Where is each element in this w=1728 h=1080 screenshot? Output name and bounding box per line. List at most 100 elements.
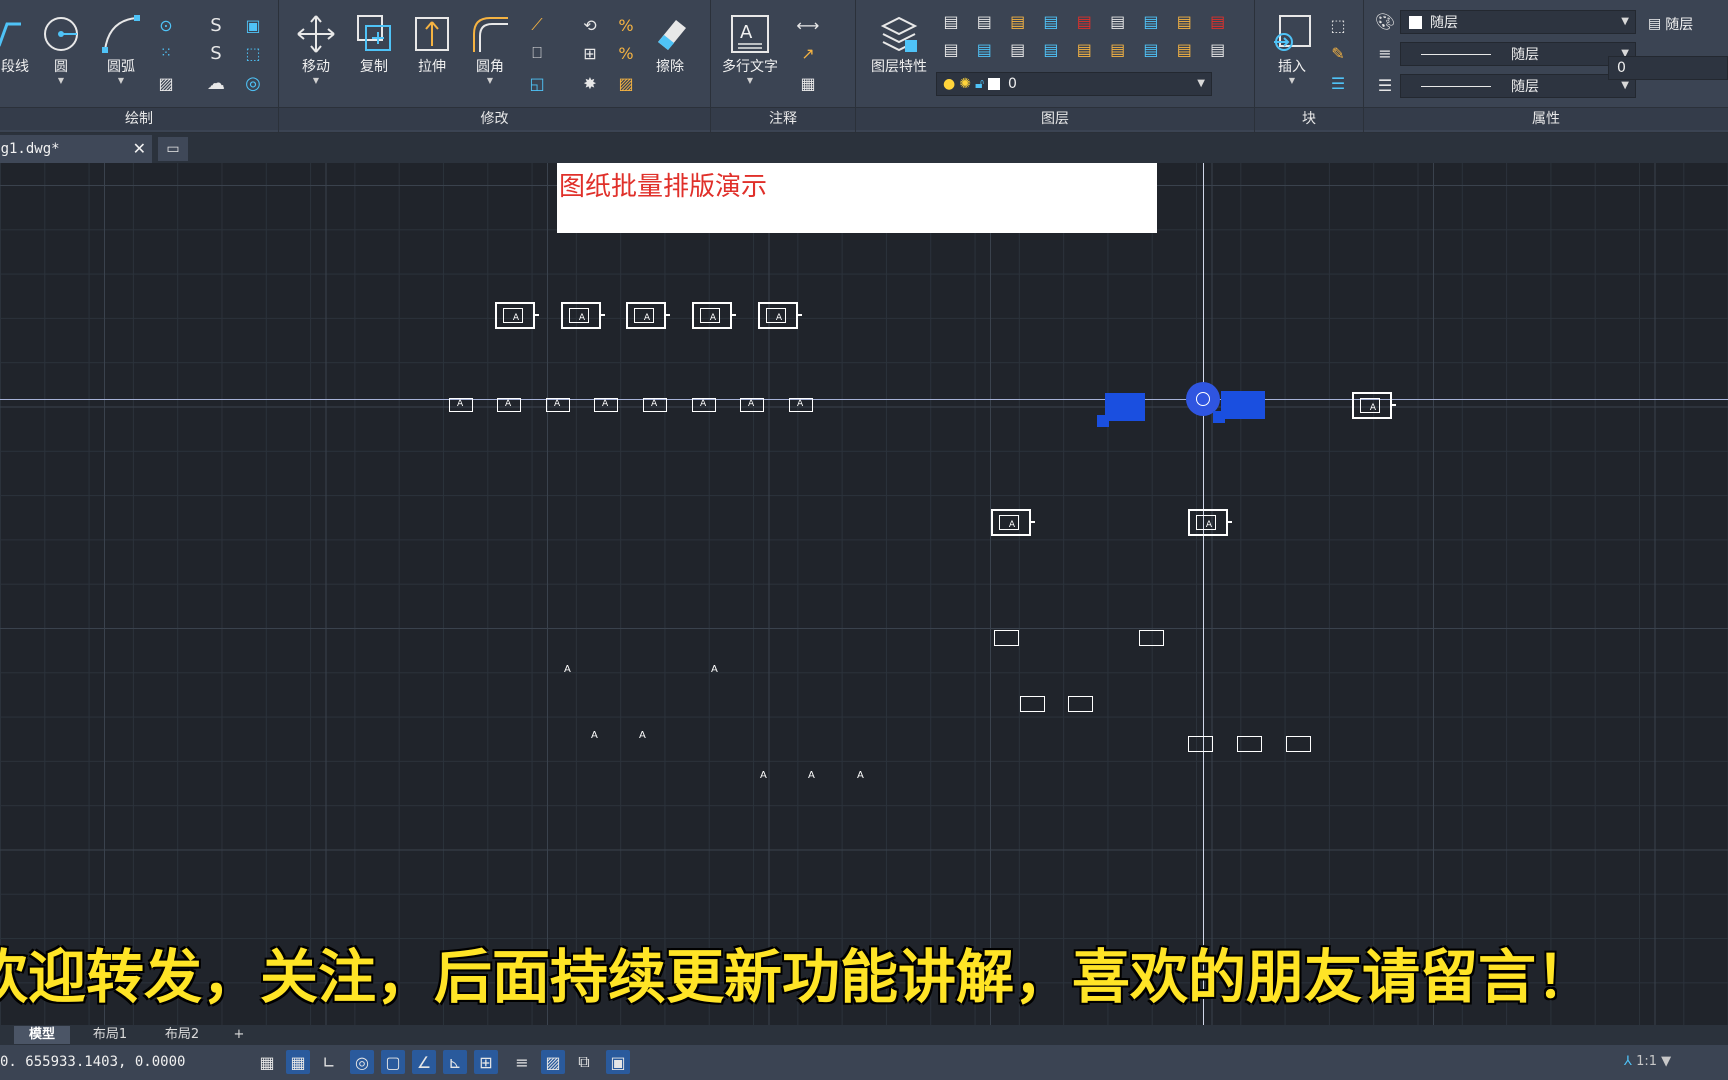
small-drawing-frame[interactable]: A [594, 398, 618, 412]
drawing-frame[interactable]: A [692, 302, 736, 329]
linetype-dropdown[interactable]: 随层 ▼ [1400, 74, 1636, 98]
drawing-frame[interactable]: A [495, 302, 539, 329]
selected-objects-group[interactable] [1097, 391, 1151, 427]
layer-tool-icon[interactable]: ▤ [1007, 38, 1029, 60]
layer-style-dropdown[interactable]: ▤ 随层 [1608, 12, 1728, 36]
mtext-button[interactable]: A 多行文字 ▼ [715, 10, 785, 86]
table-tool[interactable]: ▦ [797, 72, 819, 94]
arc-button[interactable]: 圆弧 ▼ [92, 10, 150, 86]
close-icon[interactable]: ✕ [133, 135, 146, 163]
layer-tool-icon[interactable]: ▤ [1207, 10, 1229, 32]
layer-tool-icon[interactable]: ▤ [940, 10, 962, 32]
add-layout-tab[interactable]: + [224, 1026, 254, 1044]
selected-objects-group[interactable] [1213, 389, 1267, 425]
small-drawing-frame[interactable]: A [789, 398, 813, 412]
dynamic-ucs-toggle[interactable]: ⊾ [443, 1050, 467, 1074]
layer-tool-icon[interactable]: ▤ [1173, 38, 1195, 60]
dynamic-input-toggle[interactable]: ⊞ [474, 1050, 498, 1074]
osnap-toggle[interactable]: ▢ [381, 1050, 405, 1074]
annotation-scale[interactable]: ⅄ 1:1 ▼ [1624, 1054, 1671, 1069]
layer-tool-icon[interactable]: ▤ [1140, 38, 1162, 60]
grid-toggle[interactable]: ▦ [286, 1050, 310, 1074]
layer-tool-icon[interactable]: ▤ [1073, 10, 1095, 32]
tab-model[interactable]: 模型 [14, 1026, 70, 1044]
revision-cloud-tool[interactable]: ☁ [205, 72, 227, 94]
rotate-tool[interactable]: ⟲ [579, 14, 601, 36]
small-drawing-frame[interactable]: A [740, 398, 764, 412]
empty-frame[interactable] [1188, 736, 1213, 752]
move-button[interactable]: 移动 ▼ [287, 10, 345, 86]
layer-tool-icon[interactable]: ▤ [973, 10, 995, 32]
point-tool[interactable]: ⁙ [155, 42, 177, 64]
layer-tool-icon[interactable]: ▤ [973, 38, 995, 60]
document-tab[interactable]: Drawing1.dwg* ✕ [0, 135, 152, 163]
drawing-canvas[interactable]: 图纸批量排版演示 A A A A A A A A A A A A A A A A… [0, 163, 1728, 1025]
drawing-frame[interactable]: A [991, 509, 1035, 536]
offset-tool[interactable]: ▨ [615, 72, 637, 94]
polar-toggle[interactable]: ◎ [350, 1050, 374, 1074]
empty-frame[interactable] [994, 630, 1019, 646]
break-tool[interactable]: % [615, 14, 637, 36]
otrack-toggle[interactable]: ∠ [412, 1050, 436, 1074]
erase-button[interactable]: 擦除 [641, 10, 699, 86]
tab-layout1[interactable]: 布局1 [80, 1026, 140, 1044]
layer-tool-icon[interactable]: ▤ [1040, 38, 1062, 60]
leader-tool[interactable]: ↗ [797, 42, 819, 64]
drawing-frame[interactable]: A [1352, 392, 1396, 419]
color-dropdown[interactable]: 随层 ▼ [1400, 10, 1636, 34]
spline-tool[interactable]: S [205, 14, 227, 36]
property-value-field[interactable]: 0 [1608, 56, 1728, 80]
circle-button[interactable]: 圆 ▼ [32, 10, 90, 86]
layer-tool-icon[interactable]: ▤ [1073, 38, 1095, 60]
insert-block-button[interactable]: 插入 ▼ [1263, 10, 1321, 86]
small-drawing-frame[interactable]: A [449, 398, 473, 412]
empty-frame[interactable] [1237, 736, 1262, 752]
linear-dimension-tool[interactable]: ⟷ [797, 14, 820, 36]
offset-curve-tool[interactable]: S [205, 42, 227, 64]
create-block-tool[interactable]: ⬚ [1327, 14, 1349, 36]
empty-frame[interactable] [1139, 630, 1164, 646]
layer-properties-button[interactable]: 图层特性 [864, 10, 934, 86]
layer-tool-icon[interactable]: ▤ [1107, 10, 1129, 32]
wipeout-tool[interactable]: ⬚ [242, 42, 264, 64]
tab-layout2[interactable]: 布局2 [152, 1026, 212, 1044]
layer-tool-icon[interactable]: ▤ [1207, 38, 1229, 60]
copy-button[interactable]: 复制 [345, 10, 403, 86]
scale-tool[interactable]: ◱ [526, 72, 548, 94]
annotation-monitor-toggle[interactable]: ▣ [606, 1050, 630, 1074]
drawing-frame[interactable]: A [626, 302, 670, 329]
layer-tool-icon[interactable]: ▤ [1173, 10, 1195, 32]
hatch-tool[interactable]: ▨ [155, 72, 177, 94]
trim-tool[interactable]: ⟋ [526, 14, 548, 36]
empty-frame[interactable] [1286, 736, 1311, 752]
selection-cycling-toggle[interactable]: ⧉ [572, 1050, 596, 1074]
color-palette-icon[interactable]: 🎨︎ [1374, 10, 1396, 32]
layer-tool-icon[interactable]: ▤ [940, 38, 962, 60]
layer-tool-icon[interactable]: ▤ [1140, 10, 1162, 32]
current-layer-dropdown[interactable]: ● ✺ 🔓︎ 0 ▼ [936, 72, 1212, 96]
explode-tool[interactable]: ✸ [579, 72, 601, 94]
new-tab-button[interactable]: ▭ [158, 137, 188, 161]
lineweight-toggle[interactable]: ≡ [510, 1050, 534, 1074]
drawing-frame[interactable]: A [758, 302, 802, 329]
model-space-toggle[interactable]: ▦ [255, 1050, 279, 1074]
lineweight-dropdown[interactable]: 随层 ▼ [1400, 42, 1636, 66]
join-tool[interactable]: % [615, 42, 637, 64]
empty-frame[interactable] [1068, 696, 1093, 712]
drawing-frame[interactable]: A [561, 302, 605, 329]
ortho-toggle[interactable]: ∟ [317, 1050, 341, 1074]
donut-tool[interactable]: ◎ [242, 72, 264, 94]
drawing-frame[interactable]: A [1188, 509, 1232, 536]
mirror-tool[interactable]: ⎕ [526, 42, 548, 64]
title-textbox[interactable]: 图纸批量排版演示 [557, 163, 1157, 233]
small-drawing-frame[interactable]: A [546, 398, 570, 412]
array-tool[interactable]: ⊞ [579, 42, 601, 64]
layer-tool-icon[interactable]: ▤ [1040, 10, 1062, 32]
attribute-tool[interactable]: ☰ [1327, 72, 1349, 94]
empty-frame[interactable] [1020, 696, 1045, 712]
small-drawing-frame[interactable]: A [497, 398, 521, 412]
ellipse-tool[interactable]: ⊙ [155, 14, 177, 36]
small-drawing-frame[interactable]: A [692, 398, 716, 412]
transparency-toggle[interactable]: ▨ [541, 1050, 565, 1074]
stretch-button[interactable]: 拉伸 [403, 10, 461, 86]
